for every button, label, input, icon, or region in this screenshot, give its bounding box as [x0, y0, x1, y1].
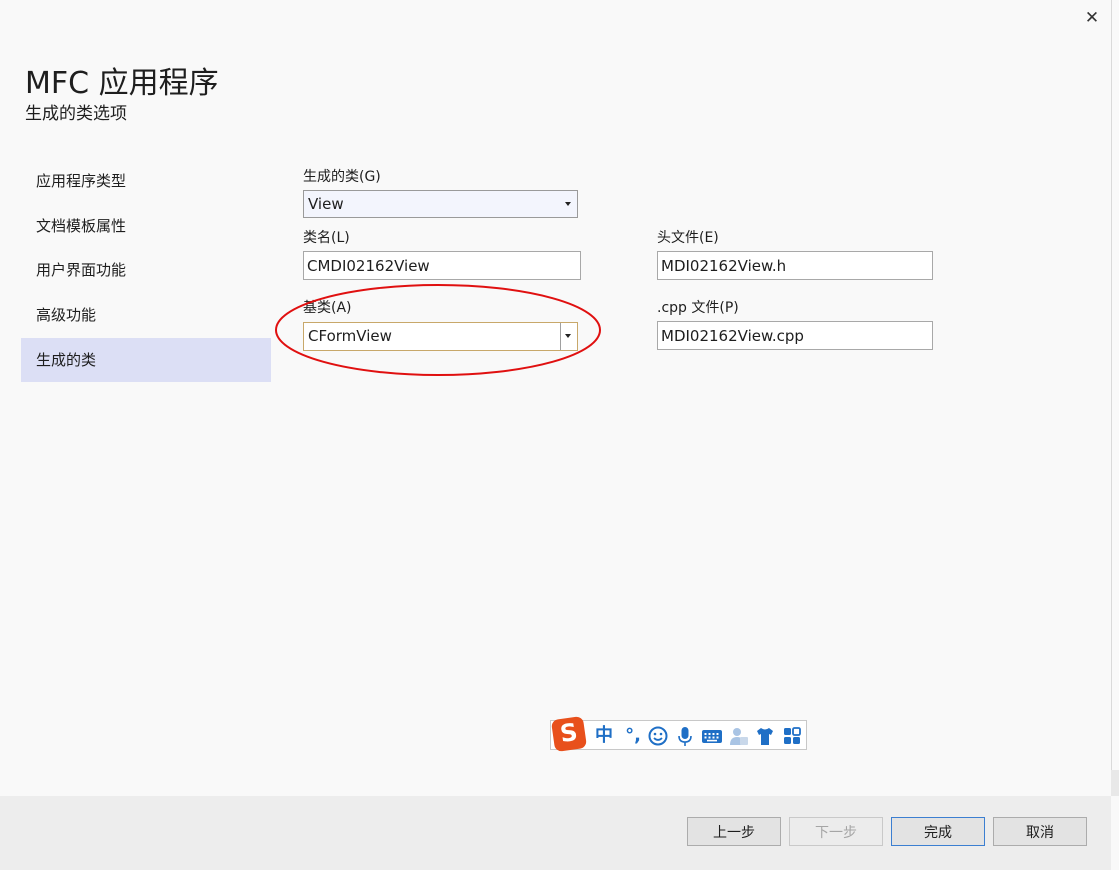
nav-item-ui-features[interactable]: 用户界面功能	[21, 248, 271, 292]
nav-item-application-type[interactable]: 应用程序类型	[21, 159, 271, 203]
user-icon[interactable]	[728, 724, 750, 748]
microphone-icon[interactable]	[675, 724, 695, 748]
close-button[interactable]: ✕	[1080, 6, 1104, 30]
header-file-input[interactable]	[657, 251, 933, 280]
sogou-logo-icon[interactable]: S	[550, 715, 588, 753]
chevron-down-icon	[565, 202, 571, 206]
previous-button[interactable]: 上一步	[687, 817, 781, 846]
ime-toolbar: S 中 °,	[550, 715, 807, 753]
ime-mode-toggle[interactable]: 中	[593, 724, 615, 748]
dialog-footer: 上一步 下一步 完成 取消	[0, 796, 1111, 870]
cpp-file-input[interactable]	[657, 321, 933, 350]
generated-class-value: View	[308, 195, 344, 213]
grid-icon[interactable]	[781, 724, 803, 748]
window-border	[1111, 0, 1112, 796]
nav-item-document-template[interactable]: 文档模板属性	[21, 204, 271, 248]
generated-class-dropdown-toggle[interactable]	[561, 191, 577, 217]
dialog-subtitle: 生成的类选项	[25, 104, 127, 124]
finish-button[interactable]: 完成	[891, 817, 985, 846]
nav-item-generated-classes[interactable]: 生成的类	[21, 338, 271, 382]
header-file-label: 头文件(E)	[657, 230, 719, 246]
tshirt-icon[interactable]	[754, 724, 776, 748]
class-name-input[interactable]	[303, 251, 581, 280]
nav-item-advanced-features[interactable]: 高级功能	[21, 293, 271, 337]
generated-class-label: 生成的类(G)	[303, 169, 381, 185]
annotation-ellipse-shape	[275, 284, 601, 376]
next-button[interactable]: 下一步	[789, 817, 883, 846]
class-name-label: 类名(L)	[303, 230, 350, 246]
cancel-button[interactable]: 取消	[993, 817, 1087, 846]
keyboard-icon[interactable]	[700, 724, 724, 748]
annotation-ellipse	[275, 284, 601, 376]
dialog-title: MFC 应用程序	[25, 66, 219, 101]
generated-class-dropdown[interactable]: View	[303, 190, 578, 218]
window-border-segment	[1111, 770, 1119, 796]
cpp-file-label: .cpp 文件(P)	[657, 300, 739, 316]
ime-punct-toggle[interactable]: °,	[621, 724, 645, 748]
smiley-icon[interactable]	[647, 724, 669, 748]
